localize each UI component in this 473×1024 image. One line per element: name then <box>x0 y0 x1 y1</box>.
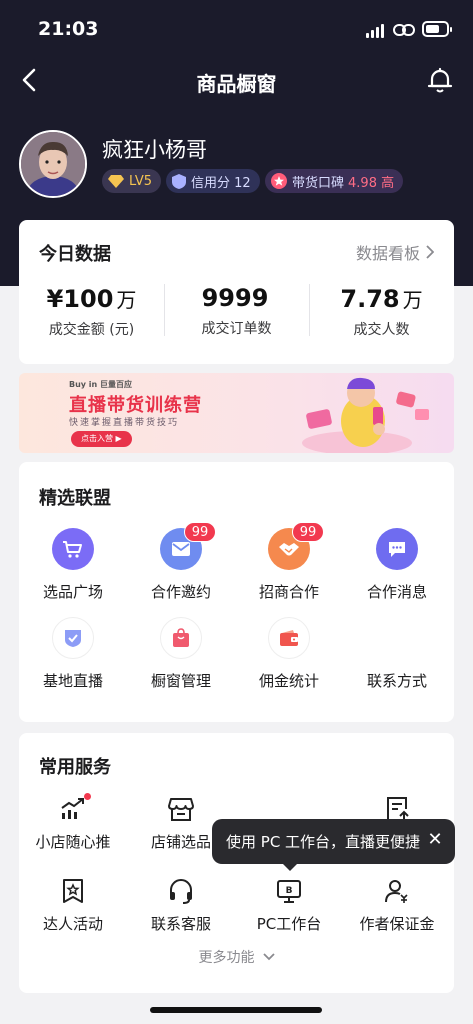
bell-icon[interactable] <box>426 66 454 94</box>
chevron-down-icon <box>262 953 275 961</box>
alliance-item-label: 合作邀约 <box>150 583 211 601</box>
alliance-item-label: 佣金统计 <box>258 672 319 690</box>
stat-orders-label: 成交订单数 <box>201 321 272 337</box>
alliance-item-base-live[interactable]: 基地直播 <box>19 617 127 691</box>
home-indicator[interactable] <box>150 1007 322 1013</box>
alliance-card: 精选联盟 选品广场 99 合作邀约 99 招商合作 合作消息 基地直播 橱窗管理… <box>19 462 454 722</box>
level-badge: LV5 <box>102 169 161 193</box>
signal-icon <box>366 24 386 38</box>
service-item-label: 小店随心推 <box>35 833 111 851</box>
alliance-item-messages[interactable]: 合作消息 <box>343 528 451 602</box>
alliance-item-contact[interactable]: 联系方式 <box>343 617 451 691</box>
status-bar: 21:03 <box>0 0 473 60</box>
service-item-label: 联系客服 <box>150 915 211 933</box>
data-board-label: 数据看板 <box>355 244 420 263</box>
merchant-count-badge: 99 <box>292 522 324 542</box>
credit-badge[interactable]: 信用分 12 <box>166 169 260 193</box>
service-item-label: 达人活动 <box>42 915 103 933</box>
more-functions-button[interactable]: 更多功能 <box>19 947 454 967</box>
stat-buyers-unit: 万 <box>402 288 423 312</box>
close-icon[interactable]: ✕ <box>427 831 443 849</box>
service-item-promote[interactable]: 小店随心推 <box>19 793 127 852</box>
status-time: 21:03 <box>38 18 99 40</box>
service-item-label: 作者保证金 <box>359 915 435 933</box>
page-title: 商品橱窗 <box>196 72 277 96</box>
avatar-image <box>21 132 85 196</box>
alliance-item-merchant-coop[interactable]: 99 招商合作 <box>235 522 343 602</box>
service-item-creator-events[interactable]: 达人活动 <box>19 877 127 934</box>
tooltip-text: 使用 PC 工作台，直播更便捷 <box>226 833 421 851</box>
pc-workbench-tooltip: 使用 PC 工作台，直播更便捷 ✕ <box>212 819 455 871</box>
bag-icon <box>160 617 202 659</box>
shield-icon <box>172 173 186 189</box>
banner-illustration <box>302 377 429 453</box>
service-item-pc-workbench[interactable]: B PC工作台 <box>235 877 343 934</box>
today-title: 今日数据 <box>39 244 111 265</box>
alliance-title: 精选联盟 <box>39 488 111 509</box>
alliance-item-product-square[interactable]: 选品广场 <box>19 528 127 602</box>
stat-gmv-value: ¥100 <box>46 285 114 313</box>
headset-icon <box>167 877 195 905</box>
notification-dot <box>84 793 91 800</box>
alliance-item-window-manage[interactable]: 橱窗管理 <box>127 617 235 691</box>
link-icon <box>393 24 415 36</box>
handshake-icon: 99 <box>268 522 324 570</box>
alliance-item-label: 选品广场 <box>42 583 103 601</box>
envelope-icon: 99 <box>160 522 216 570</box>
stat-orders-value: 9999 <box>201 284 269 312</box>
more-functions-label: 更多功能 <box>198 950 255 966</box>
wallet-icon <box>268 617 310 659</box>
services-title: 常用服务 <box>39 757 111 778</box>
service-item-deposit[interactable]: 作者保证金 <box>343 877 451 934</box>
store-icon <box>167 795 195 823</box>
banner-subtitle: 快速掌握直播带货技巧 <box>69 418 180 428</box>
data-board-link[interactable]: 数据看板 <box>356 240 434 264</box>
alliance-item-invitation[interactable]: 99 合作邀约 <box>127 522 235 602</box>
cart-icon <box>52 528 94 570</box>
stat-gmv[interactable]: ¥100 万 成交金额 (元) <box>19 284 164 339</box>
alliance-item-label: 招商合作 <box>258 583 319 601</box>
stat-orders[interactable]: 9999 成交订单数 <box>164 284 309 338</box>
chat-icon <box>376 528 418 570</box>
today-data-card: 今日数据 数据看板 ¥100 万 成交金额 (元) 9999 成交订单数 7.78… <box>19 220 454 364</box>
contact-icon <box>376 617 418 659</box>
alliance-item-label: 橱窗管理 <box>150 672 211 690</box>
avatar[interactable] <box>19 130 87 198</box>
alliance-item-commission[interactable]: 佣金统计 <box>235 617 343 691</box>
trend-icon <box>59 793 91 823</box>
service-item-customer-service[interactable]: 联系客服 <box>127 877 235 934</box>
alliance-item-label: 联系方式 <box>366 672 427 690</box>
user-name: 疯狂小杨哥 <box>102 138 207 162</box>
credit-text: 信用分 12 <box>191 175 251 191</box>
stat-gmv-unit: 万 <box>116 288 137 312</box>
stat-gmv-label: 成交金额 (元) <box>48 322 135 338</box>
reputation-label: 带货口碑 <box>292 175 345 191</box>
star-badge-icon <box>59 877 87 905</box>
training-camp-banner[interactable]: Buy in 巨量百应 直播带货训练营 快速掌握直播带货技巧 点击入营 ▶ <box>19 373 454 453</box>
stat-buyers-value: 7.78 <box>340 285 400 313</box>
stat-buyers[interactable]: 7.78 万 成交人数 <box>309 284 454 339</box>
alliance-item-label: 基地直播 <box>42 672 103 690</box>
diamond-icon <box>108 175 124 188</box>
invitation-count-badge: 99 <box>184 522 216 542</box>
banner-headline: 直播带货训练营 <box>69 395 202 416</box>
monitor-icon: B <box>275 877 303 905</box>
reputation-badge[interactable]: 带货口碑 4.98 高 <box>265 169 404 193</box>
svg-text:B: B <box>286 886 293 896</box>
reputation-score: 4.98 高 <box>348 175 395 191</box>
chevron-right-icon <box>426 245 434 259</box>
level-text: LV5 <box>129 173 152 189</box>
banner-cta-button[interactable]: 点击入营 ▶ <box>71 431 132 447</box>
user-yen-icon <box>383 877 411 905</box>
alliance-item-label: 合作消息 <box>366 583 427 601</box>
service-item-label: PC工作台 <box>256 915 322 933</box>
star-icon <box>271 173 287 189</box>
banner-brand: Buy in 巨量百应 <box>69 380 133 389</box>
stat-buyers-label: 成交人数 <box>353 322 410 338</box>
battery-icon <box>422 21 452 37</box>
shield-check-icon <box>52 617 94 659</box>
